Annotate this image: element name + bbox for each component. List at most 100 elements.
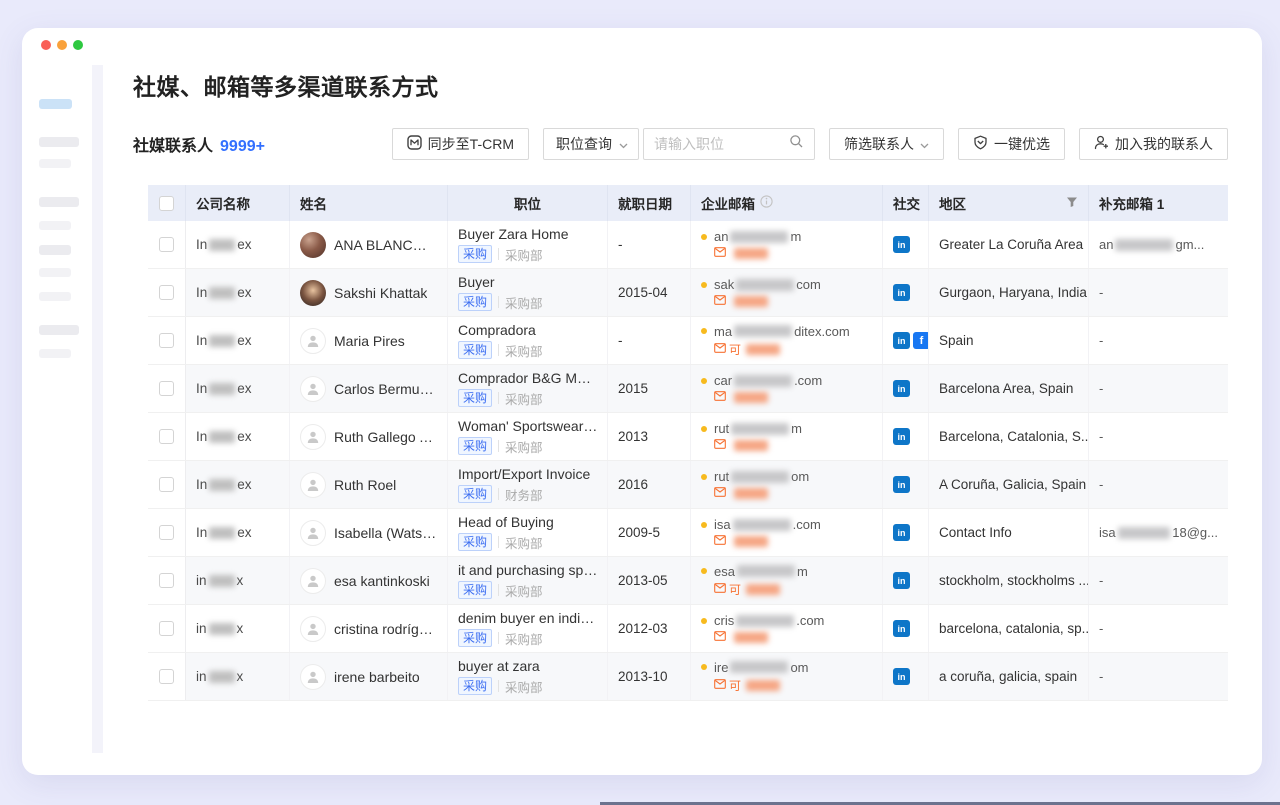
row-checkbox[interactable]: [159, 525, 174, 540]
redacted-text: [746, 680, 780, 691]
sidebar-skeleton-item: [39, 245, 71, 255]
sidebar-active-item[interactable]: [39, 99, 72, 109]
start-date: 2013-10: [608, 653, 691, 700]
filter-funnel-icon[interactable]: [1066, 196, 1078, 211]
deliverable-badge: [701, 294, 770, 308]
maximize-window-dot[interactable]: [73, 40, 83, 50]
department-label: 采购部: [505, 437, 543, 456]
linkedin-icon[interactable]: in: [893, 524, 910, 541]
linkedin-icon[interactable]: in: [893, 620, 910, 637]
row-checkbox[interactable]: [159, 429, 174, 444]
avatar: [300, 616, 326, 642]
position-tag: 采购: [458, 677, 492, 695]
email-status-dot: [701, 474, 707, 480]
linkedin-icon[interactable]: in: [893, 572, 910, 589]
tag-divider: [498, 536, 499, 548]
position-title: Comprador B&G Massi...: [458, 370, 598, 386]
avatar: [300, 376, 326, 402]
start-date: 2015: [608, 365, 691, 412]
redacted-text: [737, 565, 795, 577]
company-name: inx: [196, 669, 243, 684]
tag-divider: [498, 680, 499, 692]
table-row: Inex Sakshi Khattak Buyer 采购 采购部 2015-04…: [148, 269, 1228, 317]
sidebar-skeleton-item: [39, 349, 71, 358]
linkedin-icon[interactable]: in: [893, 236, 910, 253]
social-icons: in: [883, 413, 929, 460]
linkedin-icon[interactable]: in: [893, 332, 910, 349]
position-title: buyer at zara: [458, 658, 540, 674]
sync-to-crm-button[interactable]: 同步至T-CRM: [392, 128, 529, 160]
redacted-text: [209, 623, 235, 635]
position-tag: 采购: [458, 629, 492, 647]
company-name: Inex: [196, 333, 252, 348]
row-checkbox[interactable]: [159, 237, 174, 252]
social-icons: in: [883, 509, 929, 556]
region: Contact Info: [929, 509, 1089, 556]
contact-name: Isabella (Watson) L...: [334, 525, 437, 541]
position-title: Import/Export Invoice: [458, 466, 590, 482]
column-header-social: 社交: [883, 185, 929, 221]
minimize-window-dot[interactable]: [57, 40, 67, 50]
position-title: it and purchasing speci...: [458, 562, 598, 578]
row-checkbox[interactable]: [159, 333, 174, 348]
table-row: Inex Carlos Bermudo Cr... Comprador B&G …: [148, 365, 1228, 413]
row-checkbox[interactable]: [159, 573, 174, 588]
supp-email: -: [1089, 557, 1228, 604]
department-label: 采购部: [505, 629, 543, 648]
supp-email: -: [1089, 317, 1228, 364]
company-name: Inex: [196, 477, 252, 492]
email-status-dot: [701, 618, 707, 624]
linkedin-icon[interactable]: in: [893, 668, 910, 685]
start-date: 2016: [608, 461, 691, 508]
company-name: Inex: [196, 381, 252, 396]
department-label: 采购部: [505, 341, 543, 360]
position-query-select[interactable]: 职位查询: [543, 128, 639, 160]
position-tag: 采购: [458, 389, 492, 407]
table-row: inx esa kantinkoski it and purchasing sp…: [148, 557, 1228, 605]
company-name: Inex: [196, 237, 252, 252]
social-icons: in: [883, 653, 929, 700]
social-icons: in: [883, 557, 929, 604]
search-icon[interactable]: [789, 134, 804, 154]
row-checkbox[interactable]: [159, 669, 174, 684]
position-title: Buyer: [458, 274, 495, 290]
contact-name: Ruth Gallego Agulló: [334, 429, 437, 445]
envelope-check-icon: [714, 534, 726, 548]
app-window: 社媒、邮箱等多渠道联系方式 社媒联系人9999+ 同步至T-CRM 职位查询: [22, 28, 1262, 775]
linkedin-icon[interactable]: in: [893, 380, 910, 397]
facebook-icon[interactable]: f: [913, 332, 929, 349]
region: barcelona, catalonia, sp...: [929, 605, 1089, 652]
column-header-date: 就职日期: [608, 185, 691, 221]
close-window-dot[interactable]: [41, 40, 51, 50]
chevron-down-icon: [619, 136, 628, 152]
one-click-optimize-button[interactable]: 一键优选: [958, 128, 1065, 160]
company-email: rutm: [701, 421, 802, 436]
linkedin-icon[interactable]: in: [893, 476, 910, 493]
row-checkbox[interactable]: [159, 621, 174, 636]
table-row: Inex Isabella (Watson) L... Head of Buyi…: [148, 509, 1228, 557]
row-checkbox[interactable]: [159, 285, 174, 300]
filter-contacts-button[interactable]: 筛选联系人: [829, 128, 944, 160]
contact-name: ANA BLANCO REY: [334, 237, 437, 253]
redacted-text: [734, 325, 792, 337]
linkedin-icon[interactable]: in: [893, 428, 910, 445]
envelope-check-icon: [714, 294, 726, 308]
row-checkbox[interactable]: [159, 381, 174, 396]
chevron-down-icon: [920, 136, 929, 152]
position-search-input[interactable]: [654, 136, 789, 152]
position-title: denim buyer en inditex: [458, 610, 598, 626]
contacts-table: 公司名称 姓名 职位 就职日期 企业邮箱 社交 地区: [148, 185, 1228, 701]
linkedin-icon[interactable]: in: [893, 284, 910, 301]
row-checkbox[interactable]: [159, 477, 174, 492]
company-name: Inex: [196, 285, 252, 300]
redacted-text: [209, 383, 235, 395]
start-date: 2012-03: [608, 605, 691, 652]
info-icon[interactable]: [760, 195, 773, 211]
add-to-my-contacts-button[interactable]: 加入我的联系人: [1079, 128, 1228, 160]
contacts-label: 社媒联系人: [133, 138, 213, 155]
redacted-text: [209, 575, 235, 587]
select-all-checkbox[interactable]: [159, 196, 174, 211]
envelope-check-icon: [714, 390, 726, 404]
supp-email: -: [1089, 269, 1228, 316]
supp-email: -: [1089, 413, 1228, 460]
